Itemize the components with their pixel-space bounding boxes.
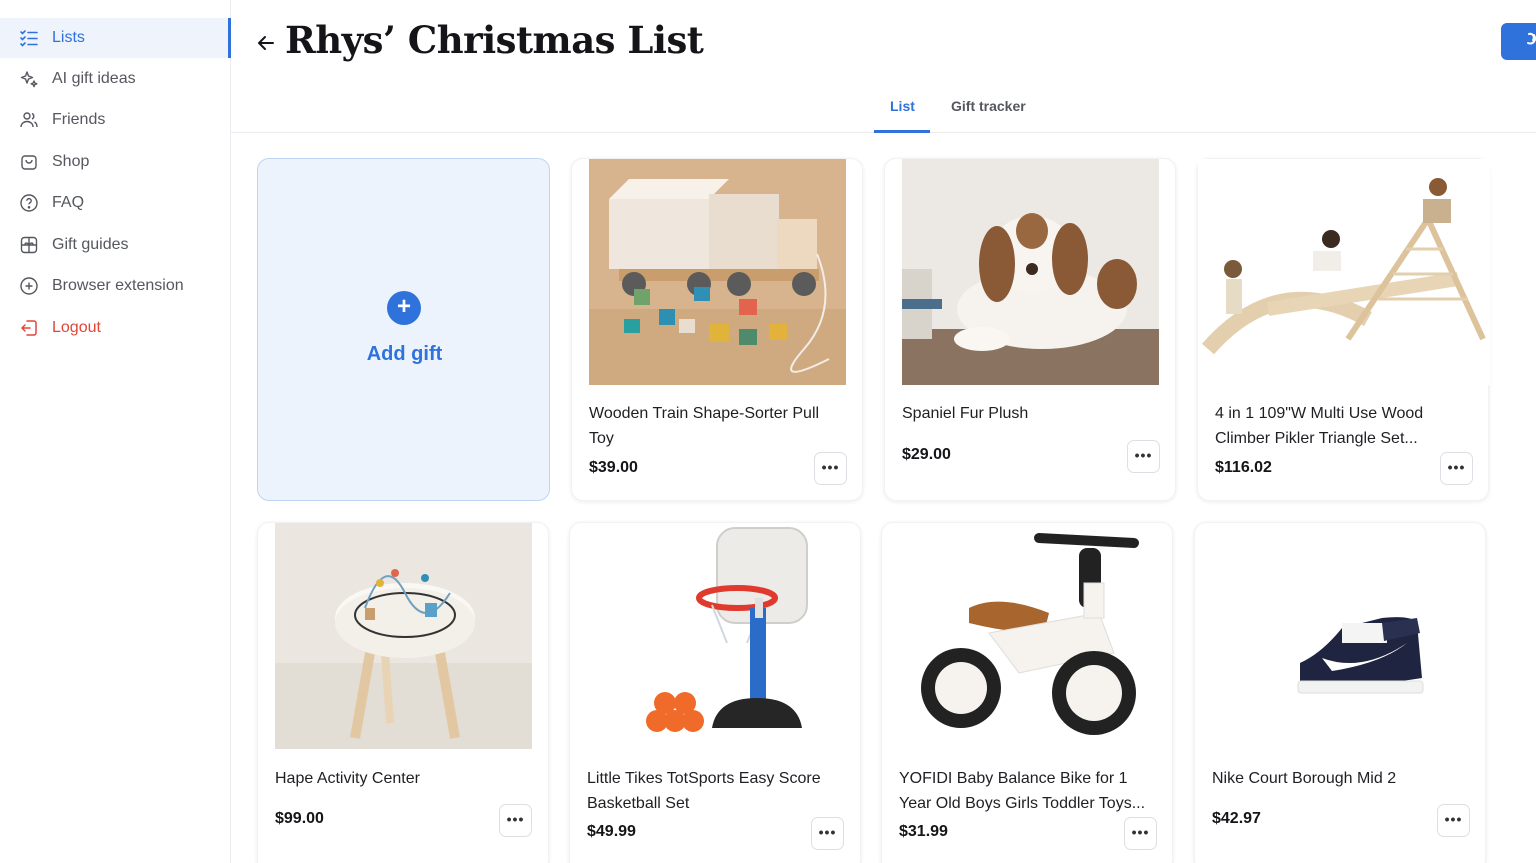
gift-card[interactable]: Spaniel Fur Plush $29.00 ••• bbox=[884, 158, 1176, 501]
product-image-climber-set bbox=[1198, 159, 1490, 385]
back-button[interactable] bbox=[255, 32, 277, 58]
gift-name[interactable]: YOFIDI Baby Balance Bike for 1 Year Old … bbox=[899, 766, 1154, 816]
add-gift-card[interactable]: + Add gift bbox=[257, 158, 550, 501]
sidebar-item-lists[interactable]: Lists bbox=[0, 18, 231, 58]
product-image-activity-center bbox=[275, 523, 532, 749]
more-options-button[interactable]: ••• bbox=[1124, 817, 1157, 850]
list-icon bbox=[18, 27, 40, 49]
shopping-bag-icon bbox=[18, 151, 40, 173]
sidebar-item-logout[interactable]: Logout bbox=[0, 308, 231, 348]
more-icon: ••• bbox=[506, 810, 525, 827]
more-options-button[interactable]: ••• bbox=[811, 817, 844, 850]
product-image-balance-bike bbox=[899, 523, 1156, 749]
sidebar-item-label: Browser extension bbox=[52, 277, 184, 294]
more-options-button[interactable]: ••• bbox=[1127, 440, 1160, 473]
gift-price: $31.99 bbox=[899, 823, 948, 840]
sidebar-item-label: Lists bbox=[52, 29, 85, 46]
more-options-button[interactable]: ••• bbox=[1440, 452, 1473, 485]
sparkles-icon bbox=[18, 68, 40, 90]
more-icon: ••• bbox=[818, 823, 837, 840]
gift-name[interactable]: Spaniel Fur Plush bbox=[902, 401, 1157, 426]
sidebar-item-shop[interactable]: Shop bbox=[0, 142, 231, 182]
plus-circle-icon bbox=[18, 275, 40, 297]
sidebar-item-label: Friends bbox=[52, 111, 106, 128]
add-gift-label: Add gift bbox=[366, 343, 443, 365]
sidebar-item-ai-gift-ideas[interactable]: AI gift ideas bbox=[0, 59, 231, 99]
gift-name[interactable]: Nike Court Borough Mid 2 bbox=[1212, 766, 1467, 791]
tab-gift-tracker[interactable]: Gift tracker bbox=[951, 98, 1026, 114]
more-icon: ••• bbox=[1444, 810, 1463, 827]
share-button[interactable] bbox=[1501, 23, 1536, 60]
gift-name[interactable]: Wooden Train Shape-Sorter Pull Toy bbox=[589, 401, 844, 451]
sidebar-item-browser-extension[interactable]: Browser extension bbox=[0, 266, 231, 306]
product-image-nike-shoe bbox=[1212, 523, 1469, 749]
more-icon: ••• bbox=[821, 458, 840, 475]
gift-card[interactable]: Wooden Train Shape-Sorter Pull Toy $39.0… bbox=[571, 158, 863, 501]
gift-card[interactable]: YOFIDI Baby Balance Bike for 1 Year Old … bbox=[881, 522, 1173, 863]
sidebar-item-label: FAQ bbox=[52, 194, 85, 211]
sidebar-item-label: Shop bbox=[52, 153, 90, 170]
share-icon bbox=[1525, 31, 1536, 52]
gift-price: $39.00 bbox=[589, 459, 638, 476]
gift-card[interactable]: Little Tikes TotSports Easy Score Basket… bbox=[569, 522, 861, 863]
gift-price: $99.00 bbox=[275, 810, 324, 827]
sidebar-item-label: Logout bbox=[52, 319, 101, 336]
product-image-wooden-train bbox=[589, 159, 846, 385]
friends-icon bbox=[18, 109, 40, 131]
back-arrow-icon bbox=[257, 35, 275, 56]
sidebar-item-label: AI gift ideas bbox=[52, 70, 136, 87]
gift-price: $116.02 bbox=[1215, 459, 1272, 476]
product-image-basketball-set bbox=[587, 523, 844, 749]
gift-name[interactable]: 4 in 1 109"W Multi Use Wood Climber Pikl… bbox=[1215, 401, 1470, 451]
gift-guide-icon bbox=[18, 234, 40, 256]
logout-icon bbox=[18, 317, 40, 339]
plus-icon: + bbox=[387, 291, 421, 325]
sidebar: Lists AI gift ideas Friends Shop FAQ Gif… bbox=[0, 0, 231, 863]
more-options-button[interactable]: ••• bbox=[814, 452, 847, 485]
page-title: Rhys’ Christmas List bbox=[285, 18, 704, 62]
more-icon: ••• bbox=[1134, 446, 1153, 463]
gift-price: $29.00 bbox=[902, 446, 951, 463]
gift-price: $49.99 bbox=[587, 823, 636, 840]
sidebar-item-faq[interactable]: FAQ bbox=[0, 183, 231, 223]
sidebar-item-label: Gift guides bbox=[52, 236, 129, 253]
gift-name[interactable]: Little Tikes TotSports Easy Score Basket… bbox=[587, 766, 842, 816]
tab-bar: List Gift tracker bbox=[231, 88, 1536, 133]
more-icon: ••• bbox=[1447, 458, 1466, 475]
more-options-button[interactable]: ••• bbox=[1437, 804, 1470, 837]
sidebar-item-gift-guides[interactable]: Gift guides bbox=[0, 225, 231, 265]
more-options-button[interactable]: ••• bbox=[499, 804, 532, 837]
sidebar-item-friends[interactable]: Friends bbox=[0, 100, 231, 140]
gift-card[interactable]: Nike Court Borough Mid 2 $42.97 ••• bbox=[1194, 522, 1486, 863]
tab-list[interactable]: List bbox=[890, 98, 915, 114]
gift-name[interactable]: Hape Activity Center bbox=[275, 766, 530, 791]
gift-card[interactable]: Hape Activity Center $99.00 ••• bbox=[257, 522, 549, 863]
gift-price: $42.97 bbox=[1212, 810, 1261, 827]
product-image-spaniel-plush bbox=[902, 159, 1159, 385]
help-circle-icon bbox=[18, 192, 40, 214]
gift-card[interactable]: 4 in 1 109"W Multi Use Wood Climber Pikl… bbox=[1197, 158, 1490, 501]
active-tab-indicator bbox=[874, 130, 930, 133]
more-icon: ••• bbox=[1131, 823, 1150, 840]
